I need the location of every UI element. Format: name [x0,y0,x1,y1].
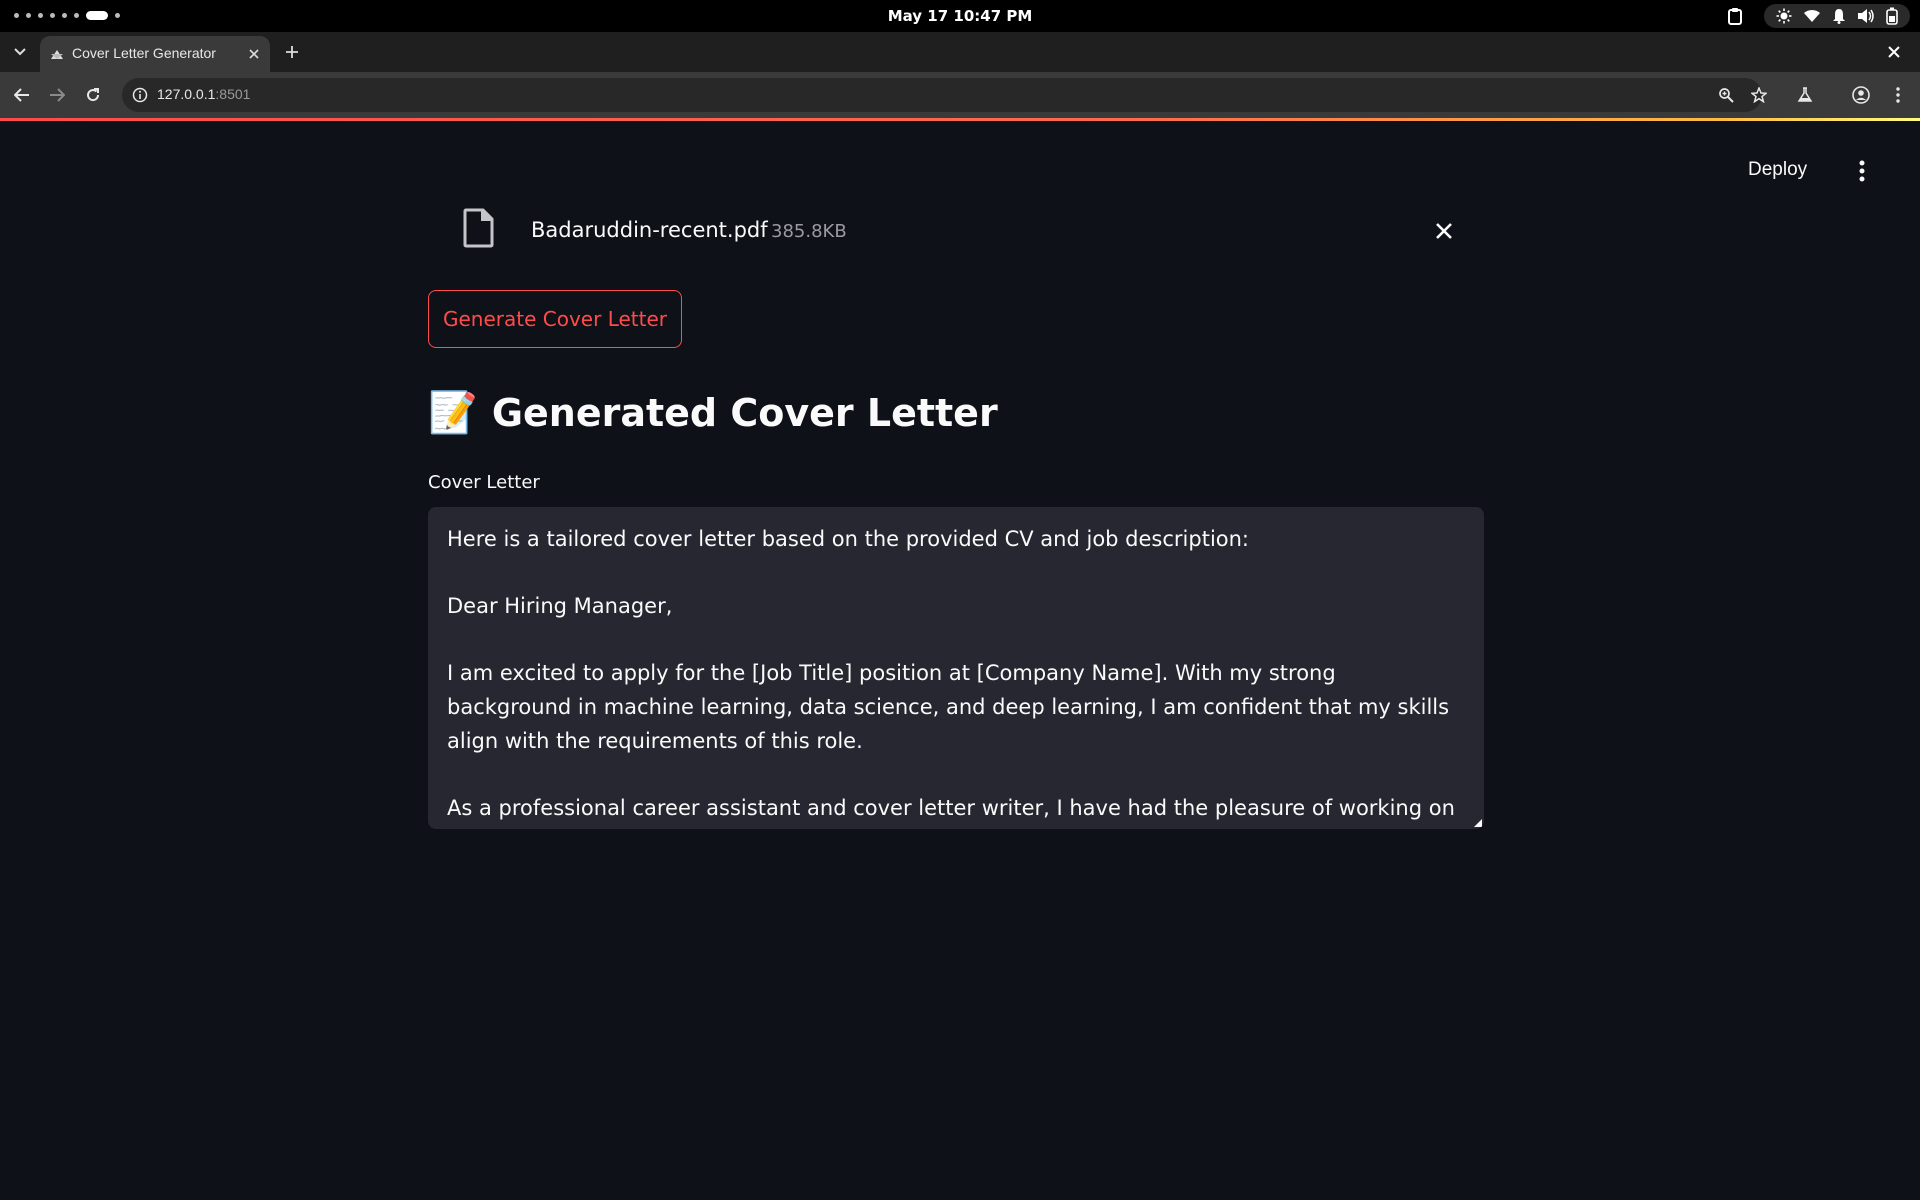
menu-dots-icon[interactable] [1852,159,1872,183]
zoom-icon[interactable] [1715,84,1737,106]
close-icon[interactable] [1430,217,1458,245]
clipboard-icon[interactable] [1727,7,1743,29]
file-name: Badaruddin-recent.pdf [531,218,768,242]
heading-text: Generated Cover Letter [491,390,998,435]
brightness-icon [1776,8,1792,24]
streamlit-favicon [50,47,64,66]
generate-cover-letter-button[interactable]: Generate Cover Letter [428,290,682,348]
streamlit-app: Deploy Badaruddin-recent.pdf 385.8KB Gen… [0,121,1920,1200]
url-port: :8501 [215,86,251,102]
url-text[interactable]: 127.0.0.1:8501 [157,86,250,102]
resize-handle[interactable] [1474,819,1482,827]
volume-icon [1857,8,1875,24]
clock[interactable]: May 17 10:47 PM [0,7,1920,25]
close-icon[interactable] [1884,42,1904,62]
close-icon[interactable] [246,46,262,62]
back-arrow-icon[interactable] [11,84,33,106]
battery-icon [1886,7,1899,25]
forward-arrow-icon[interactable] [46,84,68,106]
file-size: 385.8KB [771,221,847,242]
profile-icon[interactable] [1850,84,1872,106]
info-icon[interactable] [132,87,148,107]
cover-letter-textarea[interactable]: Here is a tailored cover letter based on… [428,507,1484,829]
tab-title: Cover Letter Generator [72,45,216,61]
memo-emoji: 📝 [428,390,478,436]
reload-icon[interactable] [82,84,104,106]
deploy-button[interactable]: Deploy [1748,159,1807,181]
text-area-label: Cover Letter [428,472,540,493]
menu-dots-icon[interactable] [1887,84,1909,106]
uploaded-file: Badaruddin-recent.pdf 385.8KB [428,203,1486,263]
os-top-bar: May 17 10:47 PM [0,0,1920,32]
file-icon [463,208,495,252]
wifi-icon [1803,9,1821,23]
labs-icon[interactable] [1794,84,1816,106]
system-tray[interactable] [1764,4,1910,28]
address-bar[interactable]: 127.0.0.1:8501 [122,78,1762,112]
page-title: 📝 Generated Cover Letter [428,389,998,436]
browser-tab-bar: Cover Letter Generator [0,32,1920,72]
browser-tab[interactable]: Cover Letter Generator [40,36,270,72]
tab-list-icon[interactable] [10,42,30,62]
star-icon[interactable] [1748,84,1770,106]
cover-letter-text[interactable]: Here is a tailored cover letter based on… [428,507,1484,829]
url-host: 127.0.0.1 [157,86,216,102]
browser-toolbar: 127.0.0.1:8501 [0,72,1920,118]
notification-icon [1832,8,1846,24]
plus-icon[interactable] [282,42,302,62]
